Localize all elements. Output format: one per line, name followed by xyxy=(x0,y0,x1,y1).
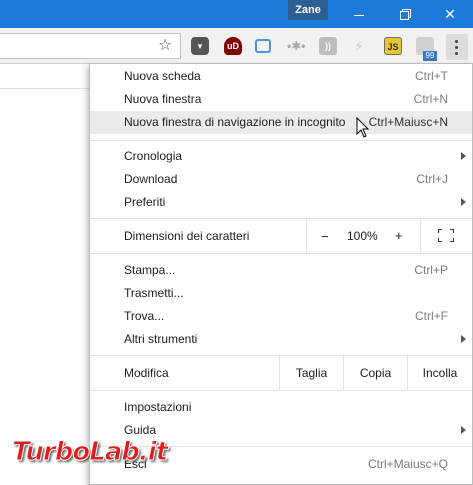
dot xyxy=(455,46,458,49)
zoom-row: Dimensioni dei caratteri − 100% + xyxy=(90,219,472,253)
dot xyxy=(455,52,458,55)
menu-separator xyxy=(90,253,472,254)
edit-label: Modifica xyxy=(124,366,169,380)
menu-item-label: Nuova finestra xyxy=(124,92,202,106)
menu-item-history[interactable]: Cronologia xyxy=(90,145,472,168)
pocket-extension-icon[interactable]: ▾ xyxy=(191,37,209,55)
menu-item-new-tab[interactable]: Nuova scheda Ctrl+T xyxy=(90,65,472,88)
fullscreen-icon[interactable] xyxy=(438,229,454,242)
zoom-out-button[interactable]: − xyxy=(321,229,329,244)
menu-item-new-window[interactable]: Nuova finestra Ctrl+N xyxy=(90,88,472,111)
menu-item-shortcut: Ctrl+J xyxy=(416,172,448,186)
menu-item-incognito[interactable]: Nuova finestra di navigazione in incogni… xyxy=(90,111,472,134)
edit-row: Modifica Taglia Copia Incolla xyxy=(90,356,472,390)
menu-item-print[interactable]: Stampa... Ctrl+P xyxy=(90,259,472,282)
js-extension-icon[interactable]: JS xyxy=(384,37,402,55)
close-icon: ✕ xyxy=(444,6,456,22)
menu-button[interactable] xyxy=(446,34,468,60)
extension-badge: 99 xyxy=(423,51,437,61)
menu-item-label: Altri strumenti xyxy=(124,332,198,346)
menu-item-shortcut: Ctrl+Maiusc+N xyxy=(368,115,448,129)
menu-item-shortcut: Ctrl+T xyxy=(415,69,448,83)
menu-item-more-tools[interactable]: Altri strumenti xyxy=(90,328,472,351)
zoom-level: 100% xyxy=(347,229,378,243)
menu-item-shortcut: Ctrl+Maiusc+Q xyxy=(367,457,448,471)
submenu-arrow-icon xyxy=(461,152,466,160)
menu-separator xyxy=(90,140,472,141)
menu-item-find[interactable]: Trova... Ctrl+F xyxy=(90,305,472,328)
bolt-extension-icon[interactable]: ⚡ xyxy=(350,37,368,55)
maximize-button[interactable] xyxy=(381,0,427,28)
address-bar[interactable]: ☆ xyxy=(0,33,181,59)
menu-item-shortcut: Ctrl+P xyxy=(414,263,448,277)
ublock-extension-icon[interactable]: uD xyxy=(224,37,242,55)
restore-icon xyxy=(399,10,409,20)
menu-item-label: Preferiti xyxy=(124,195,166,209)
rss-extension-icon[interactable]: )) xyxy=(319,37,337,55)
browser-toolbar: ☆ ▾ uD •✱• )) ⚡ JS xyxy=(0,28,473,64)
menu-item-label: Download xyxy=(124,172,178,186)
submenu-arrow-icon xyxy=(461,335,466,343)
close-button[interactable]: ✕ xyxy=(427,0,473,28)
page-divider xyxy=(0,88,90,89)
menu-item-label: Impostazioni xyxy=(124,400,192,414)
paste-button[interactable]: Incolla xyxy=(407,356,472,390)
chrome-main-menu: Nuova scheda Ctrl+T Nuova finestra Ctrl+… xyxy=(89,63,473,485)
menu-item-label: Trasmetti... xyxy=(124,286,184,300)
vertical-dots-icon xyxy=(455,40,458,43)
watermark: TurboLab.it xyxy=(10,437,174,471)
dots-extension-icon[interactable]: •✱• xyxy=(287,37,305,55)
profile-button[interactable]: Zane xyxy=(288,0,328,20)
menu-item-downloads[interactable]: Download Ctrl+J xyxy=(90,168,472,191)
menu-item-shortcut: Ctrl+N xyxy=(413,92,448,106)
menu-item-bookmarks[interactable]: Preferiti xyxy=(90,191,472,214)
copy-button[interactable]: Copia xyxy=(343,356,407,390)
watermark-logo: TurboLab.it xyxy=(11,437,168,468)
minimize-icon xyxy=(354,14,364,16)
menu-item-settings[interactable]: Impostazioni xyxy=(90,396,472,419)
cut-button[interactable]: Taglia xyxy=(279,356,343,390)
submenu-arrow-icon xyxy=(461,198,466,206)
menu-item-label: Trova... xyxy=(124,309,165,323)
screen-capture-extension-icon[interactable] xyxy=(255,39,271,53)
title-bar: Zane ✕ xyxy=(0,0,473,28)
menu-item-label: Stampa... xyxy=(124,263,176,277)
submenu-arrow-icon xyxy=(461,426,466,434)
mouse-pointer-icon xyxy=(356,117,370,138)
menu-item-label: Cronologia xyxy=(124,149,183,163)
menu-item-label: Nuova finestra di navigazione in incogni… xyxy=(124,115,346,129)
star-icon[interactable]: ☆ xyxy=(158,38,172,54)
zoom-in-button[interactable]: + xyxy=(395,228,403,243)
menu-item-cast[interactable]: Trasmetti... xyxy=(90,282,472,305)
menu-separator xyxy=(90,390,472,391)
minimize-button[interactable] xyxy=(336,0,382,28)
zoom-label: Dimensioni dei caratteri xyxy=(124,229,250,243)
menu-item-shortcut: Ctrl+F xyxy=(415,309,448,323)
menu-item-label: Nuova scheda xyxy=(124,69,201,83)
